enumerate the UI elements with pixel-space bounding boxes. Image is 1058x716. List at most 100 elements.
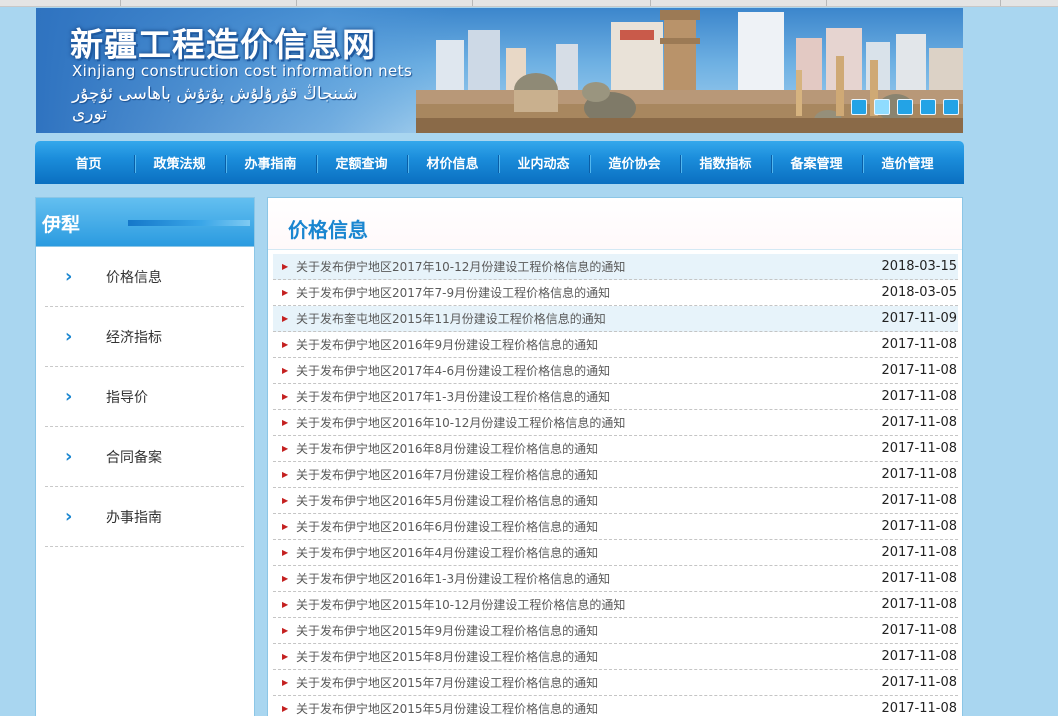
sidebar-item-price-info[interactable]: › 价格信息 bbox=[45, 247, 244, 307]
nav-item-quota-query[interactable]: 定额查询 bbox=[316, 153, 407, 173]
news-title-link[interactable]: 关于发布伊宁地区2017年1-3月份建设工程价格信息的通知 bbox=[296, 388, 881, 405]
table-row[interactable]: ▶ 关于发布伊宁地区2015年7月份建设工程价格信息的通知 2017-11-08 bbox=[273, 670, 958, 696]
sidebar: 伊犁 › 价格信息 › 经济指标 › 指导价 › 合同备案 › 办事指南 bbox=[35, 197, 255, 716]
table-row[interactable]: ▶ 关于发布奎屯地区2015年11月份建设工程价格信息的通知 2017-11-09 bbox=[273, 306, 958, 332]
nav-item-index[interactable]: 指数指标 bbox=[680, 153, 771, 173]
news-title-link[interactable]: 关于发布伊宁地区2015年5月份建设工程价格信息的通知 bbox=[296, 700, 881, 716]
red-arrow-icon: ▶ bbox=[282, 704, 289, 713]
tab-separator bbox=[650, 0, 651, 6]
news-date: 2017-11-08 bbox=[881, 441, 957, 456]
table-row[interactable]: ▶ 关于发布伊宁地区2016年1-3月份建设工程价格信息的通知 2017-11-08 bbox=[273, 566, 958, 592]
tab-separator bbox=[472, 0, 473, 6]
table-row[interactable]: ▶ 关于发布伊宁地区2016年7月份建设工程价格信息的通知 2017-11-08 bbox=[273, 462, 958, 488]
news-title-link[interactable]: 关于发布伊宁地区2015年8月份建设工程价格信息的通知 bbox=[296, 648, 881, 665]
red-arrow-icon: ▶ bbox=[282, 652, 289, 661]
slider-dot[interactable] bbox=[897, 99, 913, 115]
table-row[interactable]: ▶ 关于发布伊宁地区2016年6月份建设工程价格信息的通知 2017-11-08 bbox=[273, 514, 958, 540]
red-arrow-icon: ▶ bbox=[282, 418, 289, 427]
main-panel: 价格信息 ▶ 关于发布伊宁地区2017年10-12月份建设工程价格信息的通知 201… bbox=[267, 197, 963, 716]
slider-dot[interactable] bbox=[874, 99, 890, 115]
table-row[interactable]: ▶ 关于发布伊宁地区2015年8月份建设工程价格信息的通知 2017-11-08 bbox=[273, 644, 958, 670]
news-title-link[interactable]: 关于发布伊宁地区2017年7-9月份建设工程价格信息的通知 bbox=[296, 284, 881, 301]
site-title: 新疆工程造价信息网 bbox=[70, 25, 376, 64]
main-nav: 首页 政策法规 办事指南 定额查询 材价信息 业内动态 造价协会 指数指标 备案… bbox=[35, 141, 964, 184]
table-row[interactable]: ▶ 关于发布伊宁地区2016年9月份建设工程价格信息的通知 2017-11-08 bbox=[273, 332, 958, 358]
page-title: 价格信息 bbox=[288, 218, 368, 242]
red-arrow-icon: ▶ bbox=[282, 262, 289, 271]
table-row[interactable]: ▶ 关于发布伊宁地区2017年1-3月份建设工程价格信息的通知 2017-11-08 bbox=[273, 384, 958, 410]
news-title-link[interactable]: 关于发布伊宁地区2017年10-12月份建设工程价格信息的通知 bbox=[296, 258, 881, 275]
news-date: 2017-11-08 bbox=[881, 571, 957, 586]
news-date: 2017-11-08 bbox=[881, 597, 957, 612]
slider-dot[interactable] bbox=[943, 99, 959, 115]
news-list: ▶ 关于发布伊宁地区2017年10-12月份建设工程价格信息的通知 2018-03-… bbox=[268, 250, 962, 716]
chevron-right-icon: › bbox=[65, 385, 73, 407]
news-title-link[interactable]: 关于发布伊宁地区2016年4月份建设工程价格信息的通知 bbox=[296, 544, 881, 561]
table-row[interactable]: ▶ 关于发布伊宁地区2017年4-6月份建设工程价格信息的通知 2017-11-08 bbox=[273, 358, 958, 384]
news-title-link[interactable]: 关于发布奎屯地区2015年11月份建设工程价格信息的通知 bbox=[296, 310, 881, 327]
red-arrow-icon: ▶ bbox=[282, 626, 289, 635]
news-title-link[interactable]: 关于发布伊宁地区2016年10-12月份建设工程价格信息的通知 bbox=[296, 414, 881, 431]
tab-separator bbox=[296, 0, 297, 6]
red-arrow-icon: ▶ bbox=[282, 314, 289, 323]
news-title-link[interactable]: 关于发布伊宁地区2016年9月份建设工程价格信息的通知 bbox=[296, 336, 881, 353]
table-row[interactable]: ▶ 关于发布伊宁地区2015年10-12月份建设工程价格信息的通知 2017-11-… bbox=[273, 592, 958, 618]
red-arrow-icon: ▶ bbox=[282, 444, 289, 453]
chevron-right-icon: › bbox=[65, 445, 73, 467]
sidebar-item-label: 价格信息 bbox=[106, 269, 162, 286]
nav-item-guide[interactable]: 办事指南 bbox=[225, 153, 316, 173]
nav-item-association[interactable]: 造价协会 bbox=[589, 153, 680, 173]
sidebar-item-label: 合同备案 bbox=[106, 449, 162, 466]
red-arrow-icon: ▶ bbox=[282, 470, 289, 479]
news-date: 2017-11-08 bbox=[881, 701, 957, 716]
sidebar-item-economic-index[interactable]: › 经济指标 bbox=[45, 307, 244, 367]
news-date: 2017-11-08 bbox=[881, 649, 957, 664]
banner-slider-dots bbox=[851, 99, 959, 115]
sidebar-title: 伊犁 bbox=[42, 214, 81, 236]
red-arrow-icon: ▶ bbox=[282, 574, 289, 583]
tab-separator bbox=[120, 0, 121, 6]
nav-item-filing[interactable]: 备案管理 bbox=[771, 153, 862, 173]
nav-item-policy[interactable]: 政策法规 bbox=[134, 153, 225, 173]
news-title-link[interactable]: 关于发布伊宁地区2016年1-3月份建设工程价格信息的通知 bbox=[296, 570, 881, 587]
table-row[interactable]: ▶ 关于发布伊宁地区2017年7-9月份建设工程价格信息的通知 2018-03-05 bbox=[273, 280, 958, 306]
table-row[interactable]: ▶ 关于发布伊宁地区2016年5月份建设工程价格信息的通知 2017-11-08 bbox=[273, 488, 958, 514]
tab-separator bbox=[826, 0, 827, 6]
news-title-link[interactable]: 关于发布伊宁地区2016年8月份建设工程价格信息的通知 bbox=[296, 440, 881, 457]
slider-dot[interactable] bbox=[920, 99, 936, 115]
slider-dot[interactable] bbox=[851, 99, 867, 115]
nav-item-home[interactable]: 首页 bbox=[43, 153, 134, 172]
table-row[interactable]: ▶ 关于发布伊宁地区2016年4月份建设工程价格信息的通知 2017-11-08 bbox=[273, 540, 958, 566]
site-title-uyghur: شىنجاڭ قۇرۇلۇش پۇتۇش باھاسى ئۇچۇر تورى bbox=[72, 84, 358, 124]
nav-item-industry-news[interactable]: 业内动态 bbox=[498, 153, 589, 173]
table-row[interactable]: ▶ 关于发布伊宁地区2016年10-12月份建设工程价格信息的通知 2017-11-… bbox=[273, 410, 958, 436]
news-title-link[interactable]: 关于发布伊宁地区2016年7月份建设工程价格信息的通知 bbox=[296, 466, 881, 483]
news-title-link[interactable]: 关于发布伊宁地区2015年7月份建设工程价格信息的通知 bbox=[296, 674, 881, 691]
sidebar-item-guide-price[interactable]: › 指导价 bbox=[45, 367, 244, 427]
news-title-link[interactable]: 关于发布伊宁地区2016年6月份建设工程价格信息的通知 bbox=[296, 518, 881, 535]
table-row[interactable]: ▶ 关于发布伊宁地区2015年5月份建设工程价格信息的通知 2017-11-08 bbox=[273, 696, 958, 716]
news-date: 2017-11-08 bbox=[881, 389, 957, 404]
news-date: 2017-11-09 bbox=[881, 311, 957, 326]
news-date: 2017-11-08 bbox=[881, 519, 957, 534]
nav-item-material-price[interactable]: 材价信息 bbox=[407, 153, 498, 173]
news-date: 2017-11-08 bbox=[881, 363, 957, 378]
sidebar-item-contract-filing[interactable]: › 合同备案 bbox=[45, 427, 244, 487]
sidebar-item-service-guide[interactable]: › 办事指南 bbox=[45, 487, 244, 547]
news-date: 2017-11-08 bbox=[881, 337, 957, 352]
browser-tab-strip bbox=[0, 0, 1058, 7]
sidebar-header: 伊犁 bbox=[36, 198, 254, 247]
news-date: 2017-11-08 bbox=[881, 545, 957, 560]
news-title-link[interactable]: 关于发布伊宁地区2015年9月份建设工程价格信息的通知 bbox=[296, 622, 881, 639]
sidebar-item-label: 指导价 bbox=[106, 389, 148, 406]
news-date: 2018-03-05 bbox=[881, 285, 957, 300]
table-row[interactable]: ▶ 关于发布伊宁地区2015年9月份建设工程价格信息的通知 2017-11-08 bbox=[273, 618, 958, 644]
red-arrow-icon: ▶ bbox=[282, 548, 289, 557]
chevron-right-icon: › bbox=[65, 325, 73, 347]
table-row[interactable]: ▶ 关于发布伊宁地区2017年10-12月份建设工程价格信息的通知 2018-03-… bbox=[273, 254, 958, 280]
news-title-link[interactable]: 关于发布伊宁地区2015年10-12月份建设工程价格信息的通知 bbox=[296, 596, 881, 613]
nav-item-cost-management[interactable]: 造价管理 bbox=[862, 153, 953, 173]
table-row[interactable]: ▶ 关于发布伊宁地区2016年8月份建设工程价格信息的通知 2017-11-08 bbox=[273, 436, 958, 462]
news-title-link[interactable]: 关于发布伊宁地区2017年4-6月份建设工程价格信息的通知 bbox=[296, 362, 881, 379]
news-title-link[interactable]: 关于发布伊宁地区2016年5月份建设工程价格信息的通知 bbox=[296, 492, 881, 509]
